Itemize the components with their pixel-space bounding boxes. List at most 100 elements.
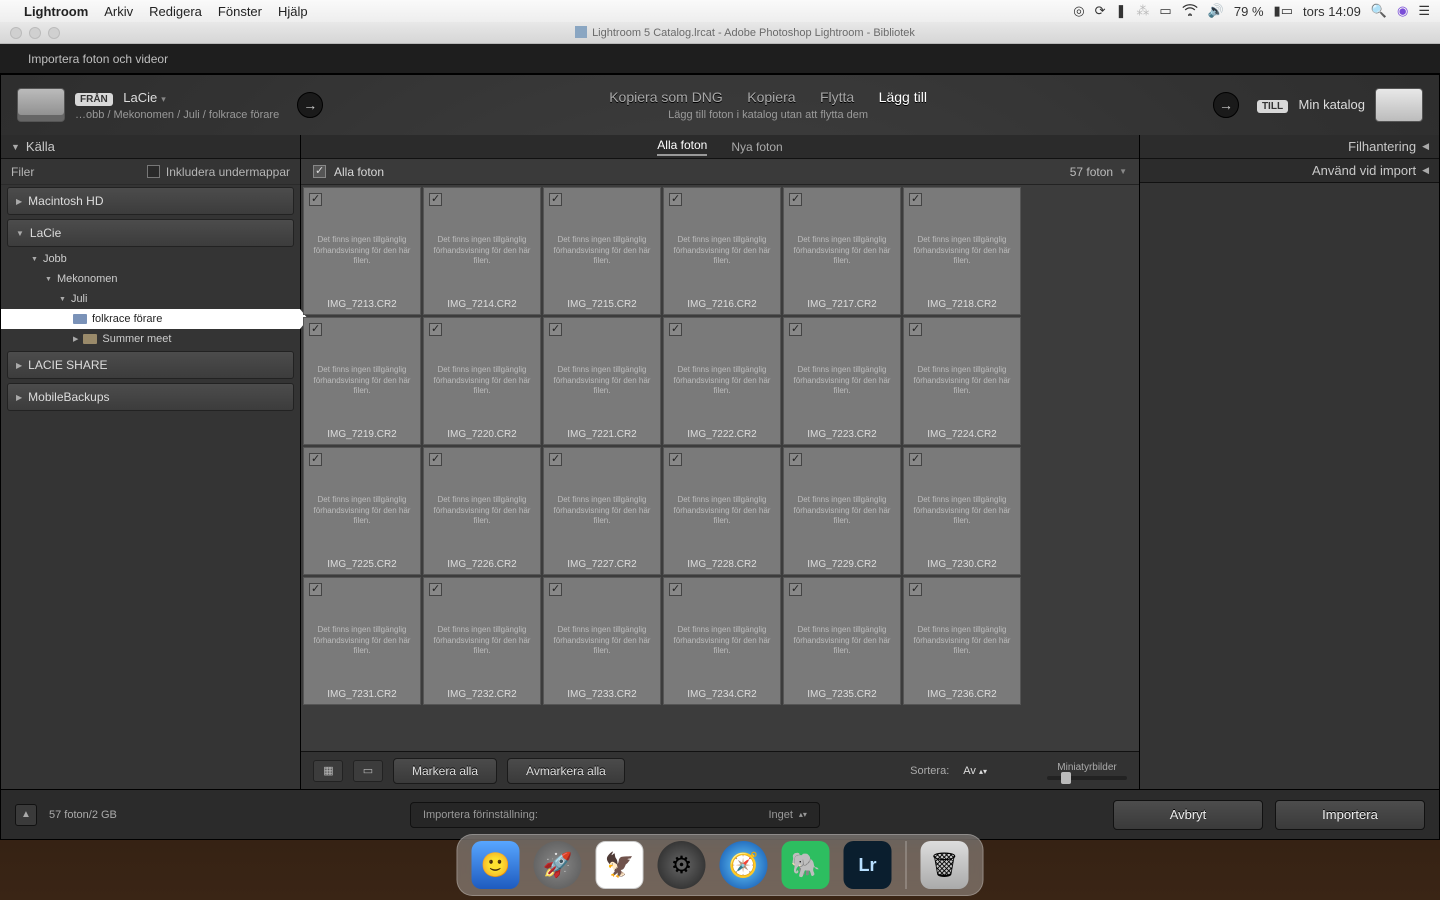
thumb-checkbox[interactable] — [789, 453, 802, 466]
thumb-checkbox[interactable] — [909, 453, 922, 466]
panel-filhantering[interactable]: Filhantering◀ — [1140, 135, 1439, 159]
menu-hjalp[interactable]: Hjälp — [278, 4, 308, 19]
drive-lacie[interactable]: ▼LaCie — [7, 219, 294, 247]
thumb-checkbox[interactable] — [789, 323, 802, 336]
thumbnail[interactable]: Det finns ingen tillgänglig förhandsvisn… — [543, 577, 661, 705]
dock-launchpad-icon[interactable]: 🚀 — [534, 841, 582, 889]
thumb-checkbox[interactable] — [429, 323, 442, 336]
folder-summer-meet[interactable]: ▶Summer meet — [1, 329, 300, 349]
panel-source-header[interactable]: ▼Källa — [1, 135, 300, 159]
thumb-checkbox[interactable] — [309, 193, 322, 206]
evernote-menubar-icon[interactable]: ❚ — [1116, 3, 1127, 19]
traffic-close[interactable] — [10, 27, 22, 39]
siri-icon[interactable]: ◉ — [1397, 3, 1408, 19]
thumbnail[interactable]: Det finns ingen tillgänglig förhandsvisn… — [303, 577, 421, 705]
thumb-checkbox[interactable] — [549, 193, 562, 206]
mode-move[interactable]: Flytta — [820, 89, 854, 105]
grid-view-icon[interactable]: ▦ — [313, 760, 343, 782]
thumbnail[interactable]: Det finns ingen tillgänglig förhandsvisn… — [543, 447, 661, 575]
thumb-checkbox[interactable] — [669, 453, 682, 466]
cancel-button[interactable]: Avbryt — [1113, 800, 1263, 830]
thumb-checkbox[interactable] — [909, 583, 922, 596]
thumbnail[interactable]: Det finns ingen tillgänglig förhandsvisn… — [303, 317, 421, 445]
panel-anvand-vid-import[interactable]: Använd vid import◀ — [1140, 159, 1439, 183]
arrow-right-icon-2[interactable]: → — [1213, 92, 1239, 118]
mode-add[interactable]: Lägg till — [879, 89, 927, 105]
thumbnail[interactable]: Det finns ingen tillgänglig förhandsvisn… — [783, 187, 901, 315]
thumb-checkbox[interactable] — [309, 453, 322, 466]
thumb-checkbox[interactable] — [909, 323, 922, 336]
thumb-checkbox[interactable] — [309, 583, 322, 596]
tab-alla-foton[interactable]: Alla foton — [657, 138, 707, 156]
thumbnail[interactable]: Det finns ingen tillgänglig förhandsvisn… — [423, 447, 541, 575]
thumb-checkbox[interactable] — [429, 193, 442, 206]
menu-arkiv[interactable]: Arkiv — [104, 4, 133, 19]
arrow-right-icon[interactable]: → — [297, 92, 323, 118]
triangle-down-icon[interactable]: ▼ — [1119, 167, 1127, 176]
dock-evernote-icon[interactable]: 🐘 — [782, 841, 830, 889]
thumbnail[interactable]: Det finns ingen tillgänglig förhandsvisn… — [543, 317, 661, 445]
thumb-checkbox[interactable] — [909, 193, 922, 206]
mode-copy[interactable]: Kopiera — [747, 89, 795, 105]
folder-juli[interactable]: ▼Juli — [1, 289, 300, 309]
spotlight-icon[interactable]: 🔍 — [1371, 3, 1387, 19]
thumbnail[interactable]: Det finns ingen tillgänglig förhandsvisn… — [423, 187, 541, 315]
source-name[interactable]: LaCie▾ — [123, 90, 166, 105]
thumbnail[interactable]: Det finns ingen tillgänglig förhandsvisn… — [423, 317, 541, 445]
folder-selected[interactable]: folkrace förare — [1, 309, 300, 329]
thumbnail[interactable]: Det finns ingen tillgänglig förhandsvisn… — [903, 317, 1021, 445]
thumb-checkbox[interactable] — [669, 583, 682, 596]
thumbnail[interactable]: Det finns ingen tillgänglig förhandsvisn… — [783, 577, 901, 705]
check-all-button[interactable]: Markera alla — [393, 758, 497, 784]
thumb-checkbox[interactable] — [789, 583, 802, 596]
traffic-zoom[interactable] — [48, 27, 60, 39]
tab-nya-foton[interactable]: Nya foton — [731, 140, 782, 154]
menu-fonster[interactable]: Fönster — [218, 4, 262, 19]
loupe-view-icon[interactable]: ▭ — [353, 760, 383, 782]
sort-value[interactable]: Av ▴▾ — [963, 765, 987, 777]
thumb-checkbox[interactable] — [429, 583, 442, 596]
menubar-app[interactable]: Lightroom — [24, 4, 88, 19]
display-icon[interactable]: ▭ — [1159, 3, 1171, 19]
thumb-checkbox[interactable] — [669, 323, 682, 336]
thumbnail[interactable]: Det finns ingen tillgänglig förhandsvisn… — [903, 447, 1021, 575]
notification-center-icon[interactable]: ☰ — [1418, 3, 1430, 19]
thumb-checkbox[interactable] — [549, 323, 562, 336]
thumbnail[interactable]: Det finns ingen tillgänglig förhandsvisn… — [783, 447, 901, 575]
drive-macintosh-hd[interactable]: ▶Macintosh HD — [7, 187, 294, 215]
thumbnail[interactable]: Det finns ingen tillgänglig förhandsvisn… — [423, 577, 541, 705]
thumbnail-grid[interactable]: Det finns ingen tillgänglig förhandsvisn… — [301, 185, 1139, 751]
include-subfolders-checkbox[interactable] — [147, 165, 160, 178]
thumb-checkbox[interactable] — [549, 453, 562, 466]
menu-redigera[interactable]: Redigera — [149, 4, 202, 19]
thumbnail[interactable]: Det finns ingen tillgänglig förhandsvisn… — [783, 317, 901, 445]
import-preset-dropdown[interactable]: Importera förinställning: Inget ▴▾ — [410, 802, 820, 828]
thumb-checkbox[interactable] — [429, 453, 442, 466]
dock-mail-icon[interactable]: 🦅 — [596, 841, 644, 889]
thumbnail[interactable]: Det finns ingen tillgänglig förhandsvisn… — [543, 187, 661, 315]
sync-icon[interactable]: ⟳ — [1095, 3, 1106, 19]
traffic-minimize[interactable] — [29, 27, 41, 39]
thumb-checkbox[interactable] — [789, 193, 802, 206]
thumbnail[interactable]: Det finns ingen tillgänglig förhandsvisn… — [303, 447, 421, 575]
dock-safari-icon[interactable]: 🧭 — [720, 841, 768, 889]
volume-icon[interactable]: 🔊 — [1208, 3, 1224, 19]
thumbnail[interactable]: Det finns ingen tillgänglig förhandsvisn… — [903, 187, 1021, 315]
thumb-checkbox[interactable] — [669, 193, 682, 206]
thumb-checkbox[interactable] — [309, 323, 322, 336]
expand-filmstrip-button[interactable]: ▲ — [15, 804, 37, 826]
thumbnail[interactable]: Det finns ingen tillgänglig förhandsvisn… — [903, 577, 1021, 705]
drive-mobilebackups[interactable]: ▶MobileBackups — [7, 383, 294, 411]
tab-import[interactable]: Importera foton och videor — [18, 52, 178, 66]
bluetooth-icon[interactable]: ⁂ — [1136, 3, 1149, 19]
thumb-checkbox[interactable] — [549, 583, 562, 596]
battery-icon[interactable]: ▮▭ — [1274, 3, 1293, 19]
cc-icon[interactable]: ◎ — [1073, 3, 1084, 19]
drive-lacie-share[interactable]: ▶LACIE SHARE — [7, 351, 294, 379]
uncheck-all-button[interactable]: Avmarkera alla — [507, 758, 625, 784]
folder-jobb[interactable]: ▼Jobb — [1, 249, 300, 269]
dest-name[interactable]: Min katalog — [1299, 97, 1365, 112]
import-button[interactable]: Importera — [1275, 800, 1425, 830]
thumbnail[interactable]: Det finns ingen tillgänglig förhandsvisn… — [663, 187, 781, 315]
thumbnail[interactable]: Det finns ingen tillgänglig förhandsvisn… — [663, 577, 781, 705]
